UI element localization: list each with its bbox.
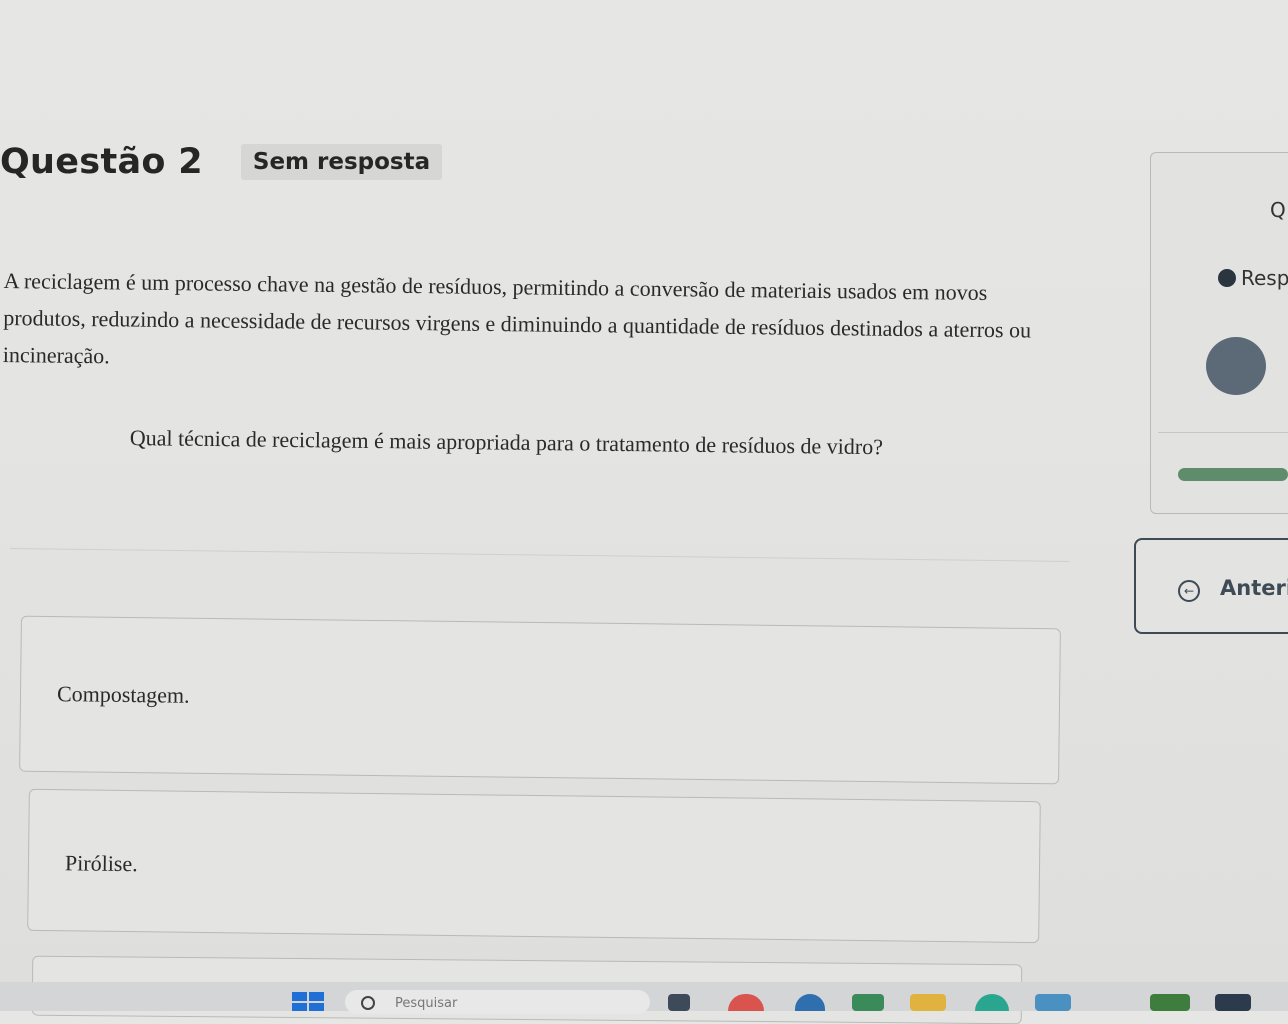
app-icon[interactable] [795,994,825,1011]
answer-option-label: Pirólise. [64,850,138,877]
search-placeholder: Pesquisar [395,996,458,1011]
divider [9,548,1070,562]
status-badge: Sem resposta [240,144,443,180]
answer-option-b[interactable]: Pirólise. [27,788,1041,944]
question-text: A reciclagem é um processo chave na gest… [2,267,1032,369]
app-icon[interactable] [1035,994,1071,1011]
panel-separator [1158,432,1288,433]
question-title: Questão 2 [0,142,203,182]
edge-icon[interactable] [975,994,1009,1011]
taskbar: Pesquisar [0,982,1288,1014]
answer-option-label: Compostagem. [56,681,190,708]
arrow-left-circle-icon: ← [1178,580,1200,602]
windows-start-icon[interactable] [292,992,324,1011]
app-icon[interactable] [668,994,690,1011]
chrome-icon[interactable] [728,994,764,1011]
question-header: Questão 2 Sem resposta [0,140,443,184]
previous-button-label: Anteri [1220,576,1288,600]
legend-label: Resp [1241,266,1288,290]
question-nav-dot[interactable] [1206,337,1266,395]
app-icon[interactable] [1215,994,1251,1011]
answer-option-a[interactable]: Compostagem. [19,615,1061,785]
panel-corner-label: Q [1270,198,1286,222]
folder-icon[interactable] [910,994,946,1011]
app-icon[interactable] [1150,994,1190,1011]
question-prompt: Qual técnica de reciclagem é mais apropr… [129,425,884,460]
search-icon [361,996,375,1010]
progress-bar [1178,468,1288,481]
legend-dot-icon [1218,269,1236,287]
question-nav-panel [1150,152,1288,514]
taskbar-search-input[interactable]: Pesquisar [345,990,650,1014]
previous-button[interactable]: ← Anteri [1134,538,1288,634]
app-icon[interactable] [852,994,884,1011]
legend: Resp [1218,266,1288,290]
